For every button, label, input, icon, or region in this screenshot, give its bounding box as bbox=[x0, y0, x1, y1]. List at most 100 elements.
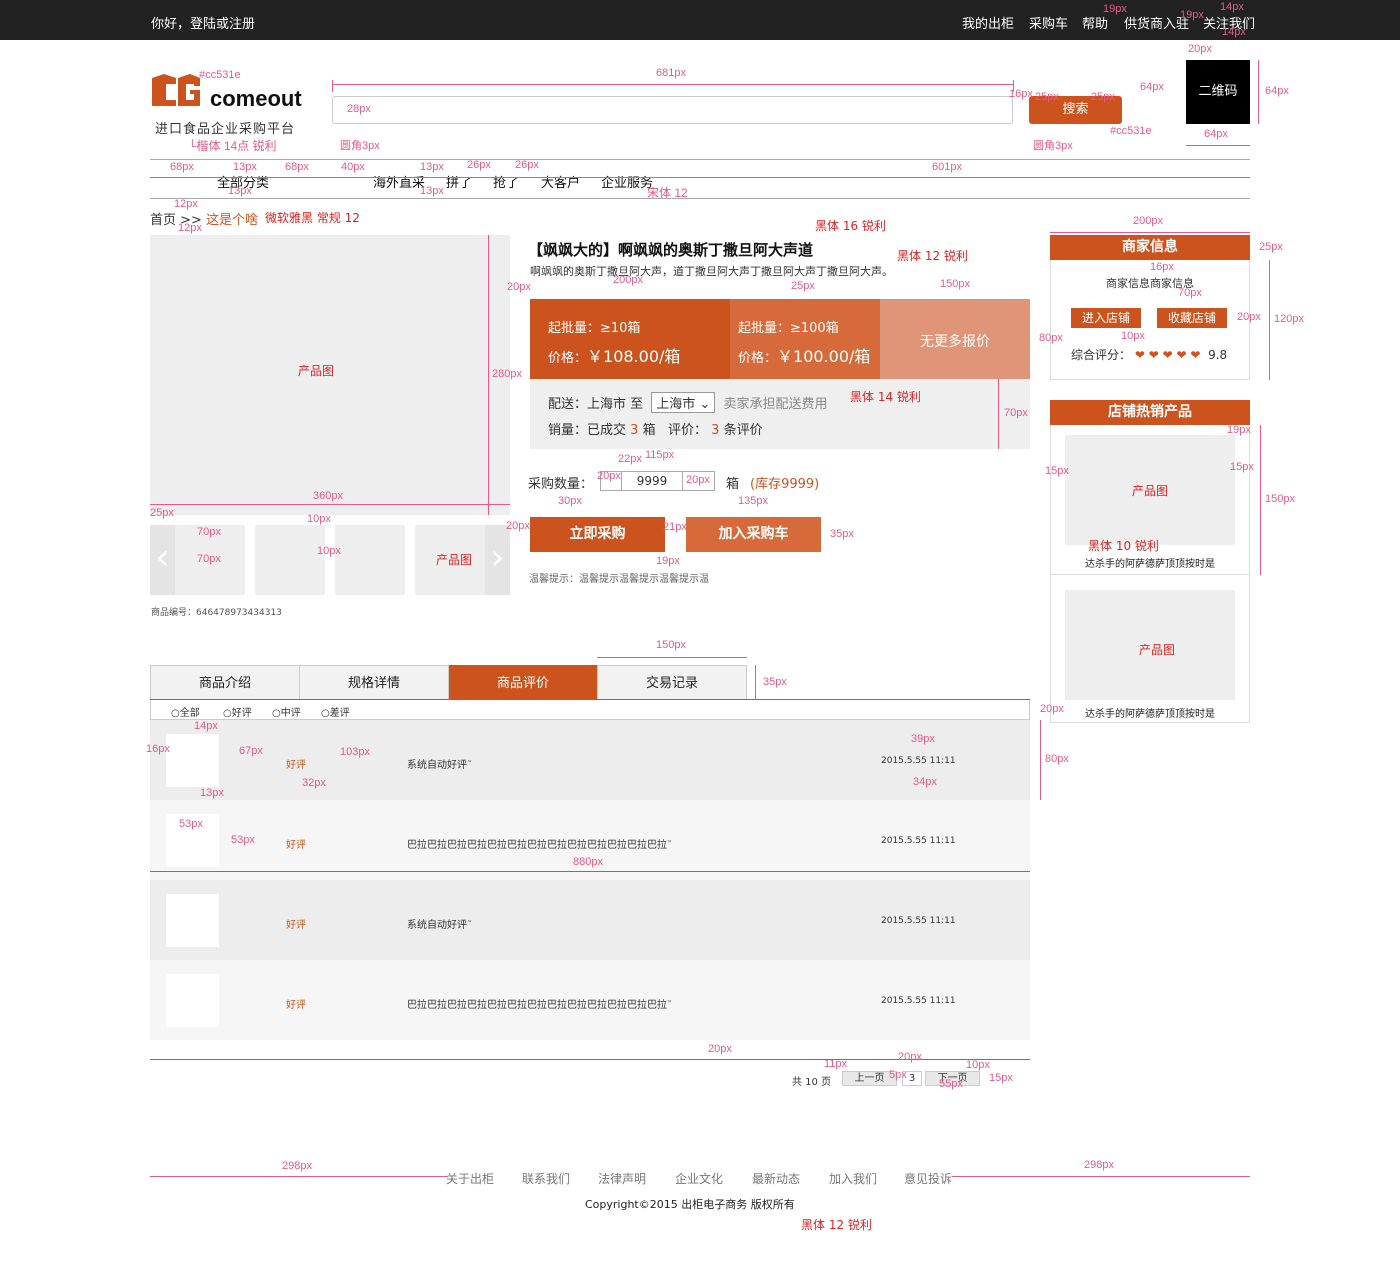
category-enterprise[interactable]: 企业服务 bbox=[601, 172, 653, 191]
dim-line bbox=[755, 665, 756, 700]
breadcrumb-home[interactable]: 首页 bbox=[150, 213, 176, 228]
hot-products-heading: 店铺热销产品 bbox=[1050, 400, 1250, 425]
breadcrumb-current[interactable]: 这是个啥 bbox=[206, 213, 258, 228]
catnav-divider-top bbox=[150, 159, 1250, 160]
thumbnail[interactable] bbox=[255, 525, 325, 595]
dim-label: 20px bbox=[506, 520, 530, 532]
avatar bbox=[166, 974, 219, 1027]
tab-intro[interactable]: 商品介绍 bbox=[150, 665, 300, 700]
thumb-next-arrow[interactable]: › bbox=[485, 525, 510, 595]
dim-line bbox=[1260, 425, 1261, 575]
thumbnail[interactable] bbox=[335, 525, 405, 595]
price-tier-more: 无更多报价 bbox=[880, 299, 1030, 379]
dim-label: 64px bbox=[1265, 85, 1289, 97]
thumbnail[interactable]: 产品图 bbox=[415, 525, 485, 595]
favorite-shop-button[interactable]: 收藏店铺 bbox=[1157, 308, 1227, 328]
hot-product-caption[interactable]: 达杀手的阿萨德萨顶顶按时是 bbox=[1085, 705, 1215, 720]
anno-radius: 圆角3px bbox=[340, 140, 380, 152]
hot-product-image[interactable]: 产品图 bbox=[1065, 435, 1235, 545]
nav-cart[interactable]: 采购车 bbox=[1029, 13, 1068, 32]
dim-label: 25px bbox=[1259, 241, 1283, 253]
dim-label: 80px bbox=[1039, 332, 1063, 344]
nav-help[interactable]: 帮助 bbox=[1082, 13, 1108, 32]
dim-label: 14px bbox=[1222, 26, 1246, 38]
buy-now-button[interactable]: 立即采购 bbox=[530, 517, 665, 552]
anno-font-yahei: 微软雅黑 常规 12 bbox=[265, 211, 360, 225]
heart-icon: ❤ bbox=[1148, 348, 1159, 362]
dim-label: 150px bbox=[1265, 493, 1295, 505]
review-text: 巴拉巴拉巴拉巴拉巴拉巴拉巴拉巴拉巴拉巴拉巴拉巴拉巴拉˜ bbox=[407, 1000, 672, 1011]
hot-product-caption[interactable]: 达杀手的阿萨德萨顶顶按时是 bbox=[1085, 555, 1215, 570]
dim-label: 32px bbox=[302, 777, 326, 789]
dim-label: 13px bbox=[200, 787, 224, 799]
footer-rule-right bbox=[952, 1176, 1250, 1177]
dim-label: 25px bbox=[791, 280, 815, 292]
dim-line bbox=[1040, 720, 1041, 800]
chevron-down-icon: ⌄ bbox=[699, 397, 711, 412]
anno-font-heiti16: 黑体 16 锐利 bbox=[815, 219, 886, 233]
review-text: 系统自动好评˜ bbox=[407, 760, 472, 771]
thumb-prev-arrow[interactable]: ‹ bbox=[150, 525, 175, 595]
footer-contact[interactable]: 联系我们 bbox=[522, 1170, 570, 1187]
dim-label: 25px bbox=[1035, 91, 1059, 103]
dim-label: 53px bbox=[179, 818, 203, 830]
quantity-input[interactable]: 9999 bbox=[622, 471, 682, 491]
hot-product-image[interactable]: 产品图 bbox=[1065, 590, 1235, 700]
search-input[interactable] bbox=[332, 96, 1013, 124]
dim-label: 20px bbox=[898, 1051, 922, 1063]
dim-label: 68px bbox=[285, 161, 309, 173]
dim-line bbox=[1186, 145, 1250, 146]
filter-bad[interactable]: ○差评 bbox=[321, 704, 350, 719]
dim-label: 200px bbox=[613, 274, 643, 286]
dim-label: 12px bbox=[174, 198, 198, 210]
dim-line bbox=[1269, 260, 1270, 380]
enter-shop-button[interactable]: 进入店铺 bbox=[1071, 308, 1141, 328]
dim-label: 19px bbox=[656, 555, 680, 567]
dim-label: 70px bbox=[1178, 287, 1202, 299]
filter-good[interactable]: ○好评 bbox=[223, 704, 252, 719]
dim-label: 200px bbox=[1133, 215, 1163, 227]
avatar bbox=[166, 734, 219, 787]
product-title: 【飒飒大的】啊飒飒的奥斯丁撒旦阿大声道 bbox=[528, 241, 814, 259]
category-flash-sale[interactable]: 抢了 bbox=[493, 172, 519, 191]
add-to-cart-button[interactable]: 加入采购车 bbox=[686, 517, 821, 552]
footer-feedback[interactable]: 意见投诉 bbox=[904, 1170, 952, 1187]
dim-label: 13px bbox=[420, 161, 444, 173]
footer-news[interactable]: 最新动态 bbox=[752, 1170, 800, 1187]
filter-all[interactable]: ○全部 bbox=[171, 704, 200, 719]
dim-label: 10px bbox=[1121, 330, 1145, 342]
filter-medium[interactable]: ○中评 bbox=[272, 704, 301, 719]
anno-font-heiti12-footer: 黑体 12 锐利 bbox=[801, 1218, 872, 1232]
review-date: 2015.5.55 11:11 bbox=[881, 996, 956, 1006]
tab-specs[interactable]: 规格详情 bbox=[299, 665, 449, 700]
slogan: 进口食品企业采购平台 bbox=[155, 122, 296, 137]
nav-my-account[interactable]: 我的出柜 bbox=[962, 13, 1014, 32]
dim-label: 53px bbox=[231, 834, 255, 846]
dim-label: 10px bbox=[307, 513, 331, 525]
anno-font-heiti10: 黑体 10 锐利 bbox=[1088, 539, 1159, 553]
dim-label: 120px bbox=[1274, 313, 1304, 325]
footer-join[interactable]: 加入我们 bbox=[829, 1170, 877, 1187]
dim-label: 20px bbox=[597, 470, 621, 482]
category-big-client[interactable]: 大客户 bbox=[541, 172, 580, 191]
chevron-left-icon: ‹ bbox=[155, 537, 170, 578]
tier-min-qty: 起批量：≥100箱 bbox=[738, 321, 839, 336]
city-select[interactable]: 上海市 ⌄ bbox=[651, 392, 716, 413]
review-count: 3 bbox=[711, 423, 720, 438]
review-rating: 好评 bbox=[286, 840, 306, 851]
footer-culture[interactable]: 企业文化 bbox=[675, 1170, 723, 1187]
merchant-heading: 商家信息 bbox=[1050, 235, 1250, 260]
dim-label: 39px bbox=[911, 733, 935, 745]
category-group-buy[interactable]: 拼了 bbox=[446, 172, 472, 191]
tab-reviews[interactable]: 商品评价 bbox=[449, 665, 597, 700]
login-register-link[interactable]: 你好，登陆或注册 bbox=[151, 13, 255, 32]
dim-label: 16px bbox=[1009, 88, 1033, 100]
tab-transactions[interactable]: 交易记录 bbox=[597, 665, 747, 700]
footer-about[interactable]: 关于出柜 bbox=[446, 1170, 494, 1187]
dim-label: 20px bbox=[1040, 703, 1064, 715]
pager-total: 共 10 页 bbox=[792, 1077, 832, 1088]
review-rating: 好评 bbox=[286, 920, 306, 931]
hot-divider bbox=[1050, 574, 1250, 575]
footer-legal[interactable]: 法律声明 bbox=[598, 1170, 646, 1187]
category-overseas[interactable]: 海外直采 bbox=[373, 172, 425, 191]
